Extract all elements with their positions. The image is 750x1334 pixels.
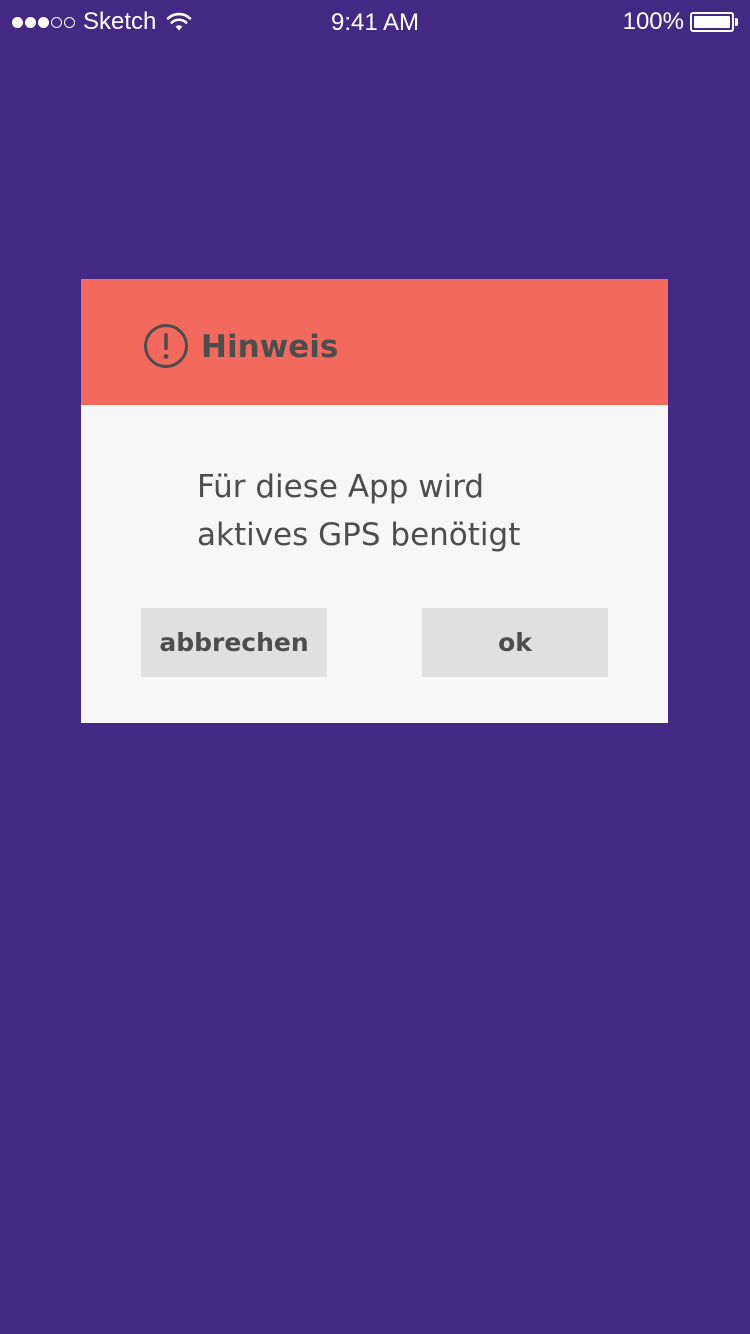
battery-body [690, 12, 734, 32]
cancel-button[interactable]: abbrechen [141, 608, 327, 677]
dialog-message: Für diese App wird aktives GPS benötigt [197, 463, 597, 559]
battery-fill [694, 16, 730, 28]
alert-dialog: Hinweis Für diese App wird aktives GPS b… [81, 279, 668, 723]
exclamation-circle-icon [144, 324, 188, 368]
dialog-header: Hinweis [81, 279, 668, 405]
battery-nub [735, 18, 738, 26]
status-right: 100% [622, 8, 738, 35]
dialog-message-line-1: Für diese App wird [197, 469, 485, 505]
ok-button[interactable]: ok [422, 608, 608, 677]
dialog-title: Hinweis [201, 329, 339, 365]
battery-percent: 100% [622, 8, 684, 35]
battery-icon [690, 12, 738, 32]
dialog-message-line-2: aktives GPS benötigt [197, 517, 521, 553]
status-bar: Sketch 9:41 AM 100% [0, 0, 750, 44]
